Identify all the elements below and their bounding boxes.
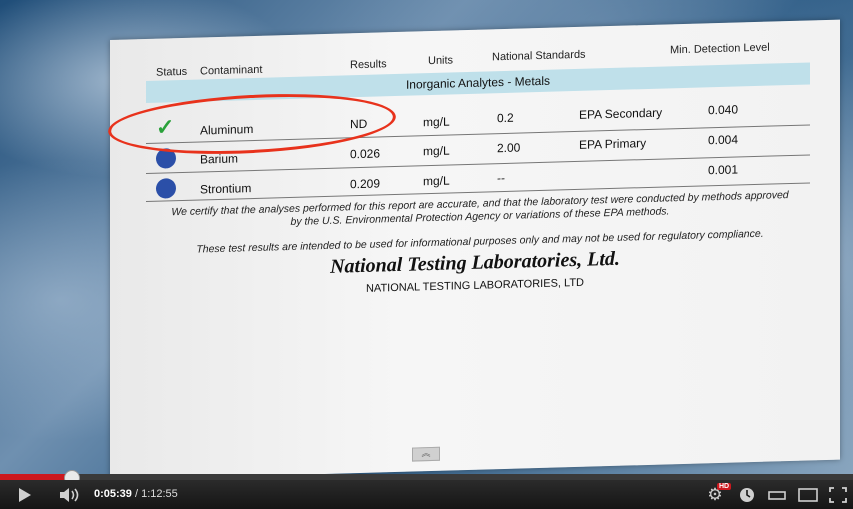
row-contaminant: Strontium [200, 181, 252, 197]
play-icon [19, 487, 31, 502]
row-min-detection: 0.004 [708, 132, 739, 148]
scroll-up-handle[interactable]: ︽ [412, 446, 440, 462]
theater-mode-button[interactable] [794, 480, 822, 509]
header-contaminant: Contaminant [200, 63, 263, 78]
header-national-standards: National Standards [492, 48, 586, 64]
duration: 1:12:55 [141, 488, 178, 500]
time-separator: / [131, 488, 142, 500]
row-units: mg/L [423, 173, 450, 189]
row-standard-type: EPA Secondary [579, 105, 663, 122]
report-paper: Status Contaminant Results Units Nationa… [110, 19, 840, 480]
row-standard-type: EPA Primary [579, 136, 647, 152]
row-result: 0.209 [350, 176, 381, 192]
row-min-detection: 0.040 [708, 102, 739, 118]
play-button[interactable] [10, 480, 40, 509]
row-units: mg/L [423, 114, 450, 130]
header-units: Units [428, 54, 454, 68]
small-screen-icon [768, 490, 786, 500]
row-standard-value: 2.00 [497, 140, 521, 156]
volume-icon [60, 487, 79, 502]
status-dot-icon [156, 178, 176, 199]
miniplayer-button[interactable] [764, 480, 790, 509]
clock-icon [740, 487, 754, 502]
row-units: mg/L [423, 143, 450, 159]
watch-later-button[interactable] [735, 480, 759, 509]
header-min-detection: Min. Detection Level [670, 41, 770, 57]
row-min-detection: 0.001 [708, 162, 739, 178]
section-title: Inorganic Analytes - Metals [405, 73, 551, 92]
header-status: Status [156, 65, 188, 79]
fullscreen-icon [829, 486, 847, 503]
fullscreen-button[interactable] [826, 480, 850, 509]
current-time: 0:05:39 [94, 488, 132, 500]
volume-button[interactable] [56, 480, 84, 509]
row-standard-value: -- [497, 170, 505, 186]
time-display: 0:05:39 / 1:12:55 [94, 488, 178, 500]
header-results: Results [350, 58, 387, 72]
hd-badge: HD [717, 483, 732, 490]
row-standard-value: 0.2 [497, 110, 514, 126]
row-result: 0.026 [350, 146, 381, 162]
large-screen-icon [798, 487, 818, 502]
